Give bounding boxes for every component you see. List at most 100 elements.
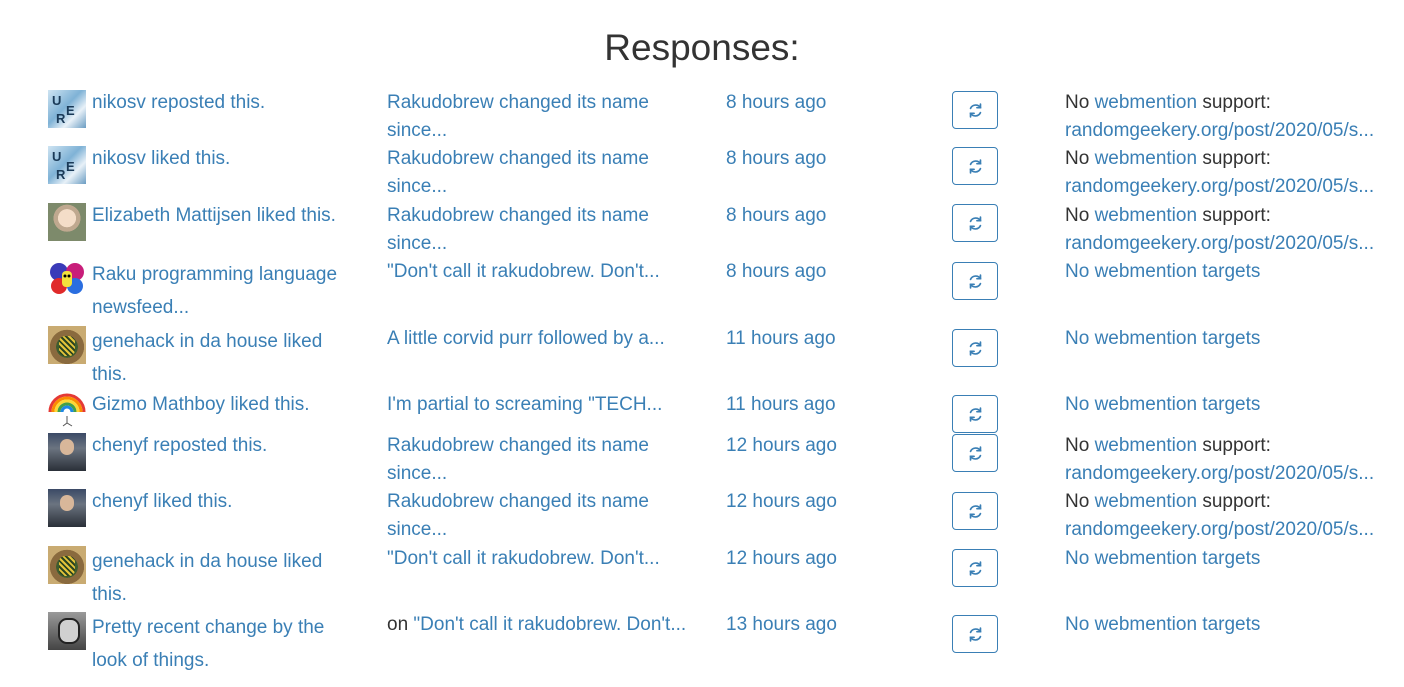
refresh-button[interactable] <box>952 434 998 472</box>
webmention-link[interactable]: webmention <box>1095 92 1197 113</box>
response-post: I'm partial to screaming "TECH... <box>387 391 697 419</box>
puzzle-avatar[interactable]: UER <box>48 146 86 184</box>
wm-no-text: No <box>1065 205 1090 226</box>
refresh-button[interactable] <box>952 395 998 433</box>
wm-no-text: No <box>1065 148 1090 169</box>
response-time-link[interactable]: 13 hours ago <box>726 611 926 639</box>
no-webmention-targets-link[interactable]: No webmention targets <box>1065 261 1260 282</box>
response-time-link[interactable]: 8 hours ago <box>726 145 926 173</box>
refresh-button[interactable] <box>952 262 998 300</box>
refresh-button[interactable] <box>952 549 998 587</box>
response-author: Raku programming language newsfeed... <box>48 258 358 324</box>
response-author-link[interactable]: chenyf reposted this. <box>92 435 267 456</box>
webmention-status: No webmention targets <box>1065 611 1404 639</box>
no-webmention-targets-link[interactable]: No webmention targets <box>1065 328 1260 349</box>
puzzle-avatar[interactable]: UER <box>48 90 86 128</box>
person-avatar[interactable] <box>48 489 86 527</box>
response-time-link[interactable]: 12 hours ago <box>726 488 926 516</box>
post-prefix: on <box>387 614 409 635</box>
wm-support-text: support: <box>1202 435 1271 456</box>
webmention-target-url[interactable]: randomgeekery.org/post/2020/05/s... <box>1065 176 1374 197</box>
response-time-link[interactable]: 11 hours ago <box>726 391 926 419</box>
refresh-button[interactable] <box>952 615 998 653</box>
refresh-button[interactable] <box>952 91 998 129</box>
post-link[interactable]: Rakudobrew changed its name since... <box>387 148 649 197</box>
webmention-target-url[interactable]: randomgeekery.org/post/2020/05/s... <box>1065 463 1374 484</box>
webmention-link[interactable]: webmention <box>1095 148 1197 169</box>
post-link[interactable]: I'm partial to screaming "TECH... <box>387 394 662 415</box>
response-post: Rakudobrew changed its name since... <box>387 432 697 488</box>
response-time-link[interactable]: 11 hours ago <box>726 325 926 353</box>
webmention-link[interactable]: webmention <box>1095 435 1197 456</box>
webmention-status: No webmention support: randomgeekery.org… <box>1065 89 1404 145</box>
camera-avatar[interactable] <box>48 326 86 364</box>
refresh-button[interactable] <box>952 329 998 367</box>
refresh-button[interactable] <box>952 204 998 242</box>
response-author-link[interactable]: nikosv liked this. <box>92 148 230 169</box>
webmention-status: No webmention support: randomgeekery.org… <box>1065 432 1404 488</box>
response-author-link[interactable]: Elizabeth Mattijsen liked this. <box>92 205 336 226</box>
wm-no-text: No <box>1065 92 1090 113</box>
webmention-status: No webmention targets <box>1065 391 1404 419</box>
butterfly-avatar[interactable] <box>48 259 86 297</box>
webmention-status: No webmention targets <box>1065 545 1404 573</box>
response-author-link[interactable]: genehack in da house liked this. <box>92 551 322 605</box>
post-link[interactable]: "Don't call it rakudobrew. Don't... <box>413 614 686 635</box>
post-link[interactable]: Rakudobrew changed its name since... <box>387 435 649 484</box>
webmention-status: No webmention support: randomgeekery.org… <box>1065 488 1404 544</box>
person-avatar[interactable] <box>48 203 86 241</box>
rainbow-avatar[interactable] <box>48 392 86 430</box>
webmention-status: No webmention targets <box>1065 258 1404 286</box>
post-link[interactable]: "Don't call it rakudobrew. Don't... <box>387 548 660 569</box>
response-author-link[interactable]: chenyf liked this. <box>92 491 232 512</box>
response-author-link[interactable]: Raku programming language newsfeed... <box>92 264 337 318</box>
no-webmention-targets-link[interactable]: No webmention targets <box>1065 394 1260 415</box>
refresh-icon <box>969 406 981 422</box>
response-post: "Don't call it rakudobrew. Don't... <box>387 258 697 286</box>
post-link[interactable]: A little corvid purr followed by a... <box>387 328 665 349</box>
response-post: Rakudobrew changed its name since... <box>387 202 697 258</box>
butterfly-icon <box>50 263 84 294</box>
wm-no-text: No <box>1065 491 1090 512</box>
post-link[interactable]: Rakudobrew changed its name since... <box>387 92 649 141</box>
response-time-link[interactable]: 8 hours ago <box>726 89 926 117</box>
wm-support-text: support: <box>1202 491 1271 512</box>
response-time-link[interactable]: 12 hours ago <box>726 432 926 460</box>
refresh-icon <box>969 445 981 461</box>
webmention-link[interactable]: webmention <box>1095 205 1197 226</box>
response-author: Gizmo Mathboy liked this. <box>48 391 358 430</box>
page-title: Responses: <box>604 27 800 68</box>
person-avatar[interactable] <box>48 433 86 471</box>
refresh-icon <box>969 273 981 289</box>
response-author: genehack in da house liked this. <box>48 325 358 391</box>
response-post: on "Don't call it rakudobrew. Don't... <box>387 611 697 639</box>
webmention-target-url[interactable]: randomgeekery.org/post/2020/05/s... <box>1065 519 1374 540</box>
no-webmention-targets-link[interactable]: No webmention targets <box>1065 548 1260 569</box>
post-link[interactable]: Rakudobrew changed its name since... <box>387 491 649 540</box>
person-avatar[interactable] <box>48 612 86 650</box>
response-author-link[interactable]: nikosv reposted this. <box>92 92 265 113</box>
response-time-link[interactable]: 12 hours ago <box>726 545 926 573</box>
webmention-link[interactable]: webmention <box>1095 491 1197 512</box>
no-webmention-targets-link[interactable]: No webmention targets <box>1065 614 1260 635</box>
post-link[interactable]: Rakudobrew changed its name since... <box>387 205 649 254</box>
post-link[interactable]: "Don't call it rakudobrew. Don't... <box>387 261 660 282</box>
refresh-button[interactable] <box>952 147 998 185</box>
response-post: Rakudobrew changed its name since... <box>387 89 697 145</box>
refresh-button[interactable] <box>952 492 998 530</box>
refresh-icon <box>969 560 981 576</box>
response-author-link[interactable]: Pretty recent change by the look of thin… <box>92 617 324 671</box>
wm-support-text: support: <box>1202 92 1271 113</box>
response-author-link[interactable]: Gizmo Mathboy liked this. <box>92 394 310 415</box>
refresh-icon <box>969 102 981 118</box>
response-author: UER nikosv reposted this. <box>48 89 358 128</box>
response-time-link[interactable]: 8 hours ago <box>726 258 926 286</box>
response-time-link[interactable]: 8 hours ago <box>726 202 926 230</box>
response-post: Rakudobrew changed its name since... <box>387 145 697 201</box>
wm-support-text: support: <box>1202 148 1271 169</box>
refresh-icon <box>969 503 981 519</box>
response-author-link[interactable]: genehack in da house liked this. <box>92 331 322 385</box>
camera-avatar[interactable] <box>48 546 86 584</box>
webmention-target-url[interactable]: randomgeekery.org/post/2020/05/s... <box>1065 120 1374 141</box>
webmention-target-url[interactable]: randomgeekery.org/post/2020/05/s... <box>1065 233 1374 254</box>
